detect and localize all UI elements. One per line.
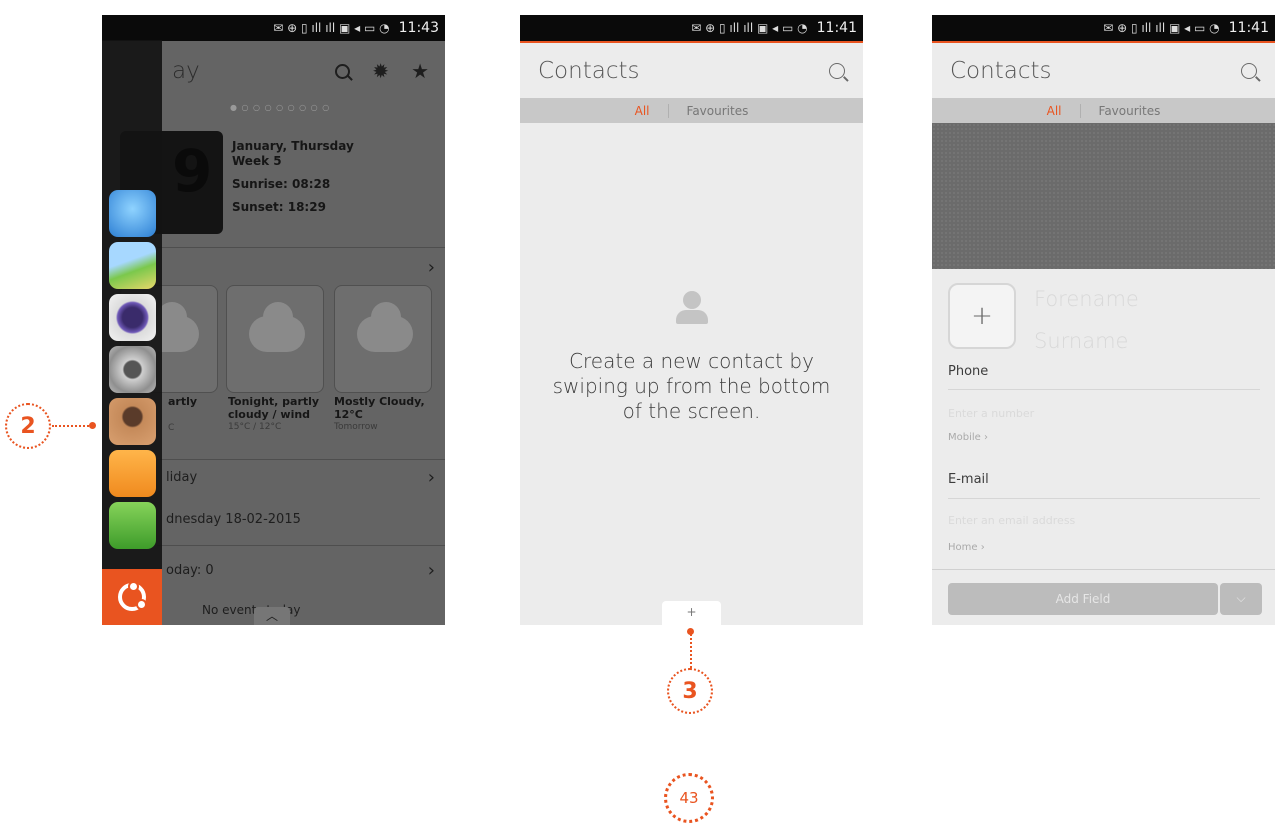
- sunset-line: Sunset: 18:29: [232, 200, 326, 214]
- add-photo-button[interactable]: +: [948, 283, 1016, 349]
- search-icon[interactable]: [335, 63, 351, 79]
- favourite-star-icon[interactable]: ★: [411, 59, 429, 83]
- cloud-icon: [249, 302, 305, 352]
- weather-label: Mostly Cloudy, 12°C Tomorrow: [334, 395, 425, 434]
- camera-icon[interactable]: [109, 294, 156, 341]
- tab-divider: [1079, 103, 1081, 118]
- add-field-button[interactable]: Add Field: [948, 583, 1218, 615]
- callout-3-connector: [690, 634, 692, 668]
- date-info: January, Thursday Week 5 Sunrise: 08:28 …: [232, 139, 354, 215]
- ubuntu-logo-icon: [118, 581, 147, 611]
- media-player-icon[interactable]: [109, 346, 156, 393]
- email-label: E-mail: [948, 472, 989, 487]
- dialer-icon[interactable]: [109, 502, 156, 549]
- page-indicator: ● ○ ○ ○ ○ ○ ○ ○ ○: [230, 103, 331, 112]
- status-indicators: ✉ ⊕ ▯ ıll ıll ▣ ◂ ▭ ◔: [273, 21, 390, 35]
- status-time: 11:43: [398, 20, 439, 36]
- tab-favourites[interactable]: Favourites: [1099, 104, 1161, 118]
- cloud-icon: [357, 302, 413, 352]
- launcher: [102, 40, 162, 625]
- forename-field[interactable]: Forename: [1034, 287, 1139, 311]
- ubuntu-home-button[interactable]: [102, 569, 162, 625]
- tab-all[interactable]: All: [635, 104, 650, 118]
- email-type-selector[interactable]: Home ›: [948, 542, 985, 553]
- tab-divider: [667, 103, 669, 118]
- divider: [157, 247, 445, 248]
- settings-icon[interactable]: ✹: [372, 59, 389, 83]
- person-icon-body: [676, 310, 708, 324]
- weather-label: artly C: [168, 395, 197, 435]
- phone-number-field[interactable]: Enter a number: [948, 407, 1034, 420]
- weather-title: Mostly Cloudy,: [334, 395, 425, 408]
- empty-state-message: Create a new contact by swiping up from …: [552, 349, 831, 423]
- phone-type-selector[interactable]: Mobile ›: [948, 432, 988, 443]
- search-icon[interactable]: [1241, 62, 1257, 79]
- callout-2-dot: [89, 422, 96, 429]
- chevron-down-icon[interactable]: ⌵: [1220, 583, 1262, 615]
- date-digit: 9: [172, 137, 213, 205]
- week-line: Week 5: [232, 154, 282, 168]
- status-indicators: ✉ ⊕ ▯ ıll ıll ▣ ◂ ▭ ◔: [1103, 21, 1220, 35]
- person-icon-head: [683, 291, 701, 309]
- bottom-edge-handle[interactable]: ︿: [254, 607, 290, 625]
- divider: [948, 498, 1260, 499]
- today-row-title[interactable]: oday: 0: [166, 563, 214, 578]
- page-number: 43: [664, 773, 714, 823]
- browser-icon[interactable]: [109, 190, 156, 237]
- app-header: Contacts: [520, 43, 863, 98]
- chevron-right-icon[interactable]: ›: [428, 560, 435, 581]
- sunrise-line: Sunrise: 08:28: [232, 177, 331, 191]
- status-bar[interactable]: ✉ ⊕ ▯ ıll ıll ▣ ◂ ▭ ◔ 11:41: [520, 15, 863, 41]
- scope-title: ay: [172, 58, 200, 84]
- surname-field[interactable]: Surname: [1034, 329, 1128, 353]
- overlay-shade: [932, 123, 1275, 269]
- status-bar[interactable]: ✉ ⊕ ▯ ıll ıll ▣ ◂ ▭ ◔ 11:41: [932, 15, 1275, 41]
- divider: [948, 389, 1260, 390]
- weather-title: cloudy / wind: [228, 408, 311, 421]
- person-icon: [674, 291, 710, 327]
- divider: [157, 545, 445, 546]
- weather-subtitle: 15°C / 12°C: [228, 422, 282, 432]
- app-header: Contacts: [932, 43, 1275, 98]
- phone-screen-new-contact: ✉ ⊕ ▯ ıll ıll ▣ ◂ ▭ ◔ 11:41 Contacts All…: [932, 15, 1275, 625]
- weather-label: Tonight, partly cloudy / wind 15°C / 12°…: [228, 395, 319, 434]
- status-time: 11:41: [816, 20, 857, 36]
- callout-2: 2: [5, 403, 51, 449]
- phone-label: Phone: [948, 364, 989, 379]
- maps-icon[interactable]: [109, 242, 156, 289]
- status-time: 11:41: [1228, 20, 1269, 36]
- divider: [157, 459, 445, 460]
- status-bar[interactable]: ✉ ⊕ ▯ ıll ıll ▣ ◂ ▭ ◔ 11:43: [102, 15, 445, 41]
- page-title: Contacts: [950, 57, 1052, 84]
- weather-title: 12°C: [334, 408, 363, 421]
- tab-all[interactable]: All: [1047, 104, 1062, 118]
- bottom-edge-hint[interactable]: +: [662, 601, 721, 625]
- weather-subtitle: Tomorrow: [334, 422, 378, 432]
- phone-screen-today: ✉ ⊕ ▯ ıll ıll ▣ ◂ ▭ ◔ 11:43 ay ✹ ★ ● ○ ○…: [102, 15, 445, 625]
- status-indicators: ✉ ⊕ ▯ ıll ıll ▣ ◂ ▭ ◔: [691, 21, 808, 35]
- weather-card[interactable]: [226, 285, 324, 393]
- date-line: January, Thursday: [232, 139, 354, 153]
- weather-card[interactable]: [334, 285, 432, 393]
- holiday-date: dnesday 18-02-2015: [166, 512, 301, 527]
- phone-screen-contacts-empty: ✉ ⊕ ▯ ıll ıll ▣ ◂ ▭ ◔ 11:41 Contacts All…: [520, 15, 863, 625]
- section-tabs: All Favourites: [932, 98, 1275, 123]
- weather-title: artly: [168, 395, 198, 408]
- weather-title: Tonight, partly: [228, 395, 320, 408]
- tab-favourites[interactable]: Favourites: [687, 104, 749, 118]
- page-title: Contacts: [538, 57, 640, 84]
- search-icon[interactable]: [829, 62, 845, 79]
- contacts-icon[interactable]: [109, 398, 156, 445]
- weather-subtitle: C: [168, 423, 175, 433]
- messaging-icon[interactable]: [109, 450, 156, 497]
- chevron-right-icon[interactable]: ›: [428, 257, 435, 278]
- callout-2-connector: [52, 425, 92, 427]
- email-field[interactable]: Enter an email address: [948, 514, 1075, 527]
- holiday-row-title[interactable]: liday: [166, 470, 197, 485]
- callout-3: 3: [667, 668, 713, 714]
- chevron-right-icon[interactable]: ›: [428, 467, 435, 488]
- bottom-toolbar: Add Field ⌵: [932, 569, 1275, 625]
- scope-header-actions: ✹ ★: [335, 59, 429, 83]
- section-tabs: All Favourites: [520, 98, 863, 123]
